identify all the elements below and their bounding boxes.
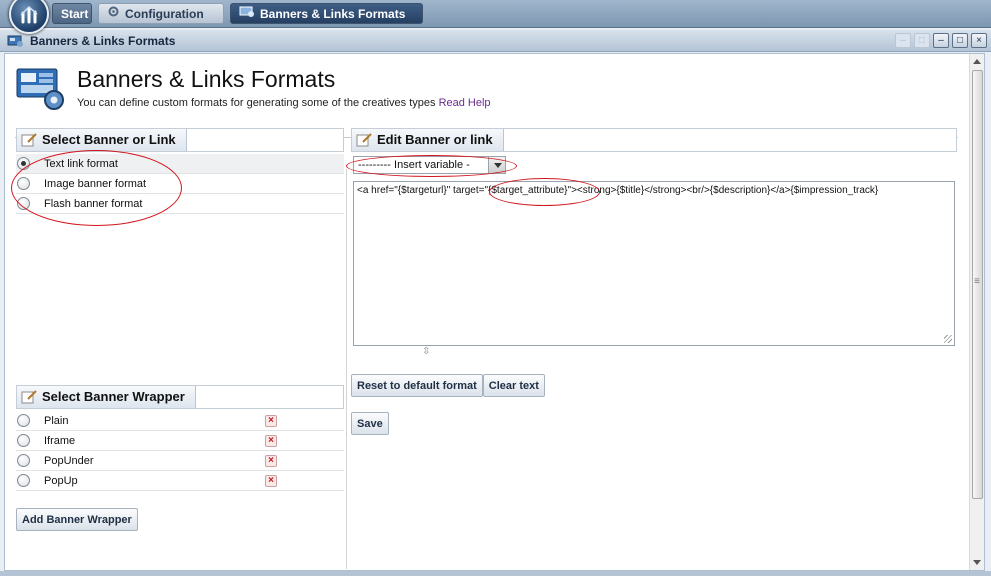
wrapper-panel-header: Select Banner Wrapper (16, 385, 344, 409)
radio-selected-icon[interactable] (17, 157, 30, 170)
banners-links-icon (16, 66, 66, 115)
window-title: Banners & Links Formats (30, 34, 176, 48)
read-help-link[interactable]: Read Help (439, 97, 491, 109)
window-content: Banners & Links Formats You can define c… (4, 53, 985, 571)
taskbar: Start Configuration× Banners & Links For… (0, 0, 991, 43)
banners-icon (7, 35, 24, 51)
vertical-scrollbar[interactable] (969, 54, 984, 570)
banner-option-flash[interactable]: Flash banner format (16, 194, 344, 214)
note-pencil-icon (21, 133, 37, 147)
banner-type-list: Text link format Image banner format Fla… (16, 154, 344, 214)
select-banner-panel-title: Select Banner or Link (42, 132, 176, 147)
scrollbar-thumb[interactable] (972, 70, 983, 499)
wrapper-panel-title: Select Banner Wrapper (42, 389, 185, 404)
wrapper-list: Plain × Iframe × PopUnder × PopUp × (16, 411, 344, 491)
scroll-up-icon[interactable] (973, 59, 981, 64)
add-banner-wrapper-button[interactable]: Add Banner Wrapper (16, 508, 138, 531)
banner-option-text-link[interactable]: Text link format (16, 154, 344, 174)
close-button[interactable]: × (971, 33, 987, 48)
taskbar-tab-configuration[interactable]: Configuration× (98, 3, 224, 43)
edit-panel-tab: Edit Banner or link (352, 129, 504, 151)
resize-grip-icon[interactable] (944, 335, 952, 343)
insert-variable-value: --------- Insert variable - (358, 159, 470, 171)
scroll-down-icon[interactable] (973, 560, 981, 565)
radio-icon[interactable] (17, 177, 30, 190)
radio-icon[interactable] (17, 414, 30, 427)
page-title: Banners & Links Formats (77, 66, 336, 92)
format-code-text: <a href="{$targeturl}" target="{$target_… (357, 185, 879, 196)
wrapper-label: PopUp (44, 475, 78, 487)
ghost-minimize-icon: – (895, 33, 911, 48)
vertical-resize-icon[interactable]: ⇳ (422, 346, 430, 357)
editor-action-buttons: Reset to default format Clear text (351, 374, 545, 397)
select-banner-panel-tab: Select Banner or Link (17, 129, 187, 151)
start-label: Start (61, 7, 89, 21)
page-subtitle: You can define custom formats for genera… (77, 97, 491, 109)
radio-icon[interactable] (17, 454, 30, 467)
note-pencil-icon (21, 390, 37, 404)
format-code-textarea[interactable]: <a href="{$targeturl}" target="{$target_… (353, 181, 955, 346)
delete-icon[interactable]: × (265, 415, 277, 427)
window-title-bar: Banners & Links Formats – □ – □ × (0, 30, 991, 52)
page-subtitle-text: You can define custom formats for genera… (77, 97, 436, 109)
clear-text-button[interactable]: Clear text (482, 374, 545, 397)
banner-option-label: Image banner format (44, 178, 147, 190)
save-button[interactable]: Save (351, 412, 389, 435)
banners-icon (239, 4, 255, 25)
wrapper-label: PopUnder (44, 455, 94, 467)
window-bottom-edge (0, 571, 991, 576)
radio-icon[interactable] (17, 434, 30, 447)
note-pencil-icon (356, 133, 372, 147)
start-button[interactable]: Start (52, 3, 92, 24)
insert-variable-select[interactable]: --------- Insert variable - (353, 156, 506, 174)
taskbar-tab-label: Banners & Links Formats (260, 7, 406, 21)
taskbar-tab-label: Configuration (125, 7, 204, 21)
minimize-button[interactable]: – (933, 33, 949, 48)
wrapper-item-iframe[interactable]: Iframe × (16, 431, 344, 451)
banner-option-label: Text link format (44, 158, 118, 170)
delete-icon[interactable]: × (265, 455, 277, 467)
banner-option-image[interactable]: Image banner format (16, 174, 344, 194)
edit-panel-title: Edit Banner or link (377, 132, 493, 147)
wrapper-item-popup[interactable]: PopUp × (16, 471, 344, 491)
banner-option-label: Flash banner format (44, 198, 143, 210)
delete-icon[interactable]: × (265, 475, 277, 487)
radio-icon[interactable] (17, 474, 30, 487)
wrapper-item-plain[interactable]: Plain × (16, 411, 344, 431)
edit-panel-header: Edit Banner or link (351, 128, 957, 152)
wrapper-item-popunder[interactable]: PopUnder × (16, 451, 344, 471)
chevron-down-icon[interactable] (488, 157, 505, 173)
reset-default-format-button[interactable]: Reset to default format (351, 374, 483, 397)
radio-icon[interactable] (17, 197, 30, 210)
select-banner-panel-header: Select Banner or Link (16, 128, 344, 152)
panel-divider (346, 169, 347, 569)
delete-icon[interactable]: × (265, 435, 277, 447)
wrapper-panel-tab: Select Banner Wrapper (17, 386, 196, 408)
wrapper-label: Iframe (44, 435, 76, 447)
wrapper-label: Plain (44, 415, 69, 427)
taskbar-tab-banners-links-formats[interactable]: Banners & Links Formats× (230, 3, 423, 43)
start-orb-icon[interactable] (9, 0, 49, 34)
restore-button[interactable]: □ (952, 33, 968, 48)
gear-icon (107, 4, 120, 25)
ghost-restore-icon: □ (914, 33, 930, 48)
